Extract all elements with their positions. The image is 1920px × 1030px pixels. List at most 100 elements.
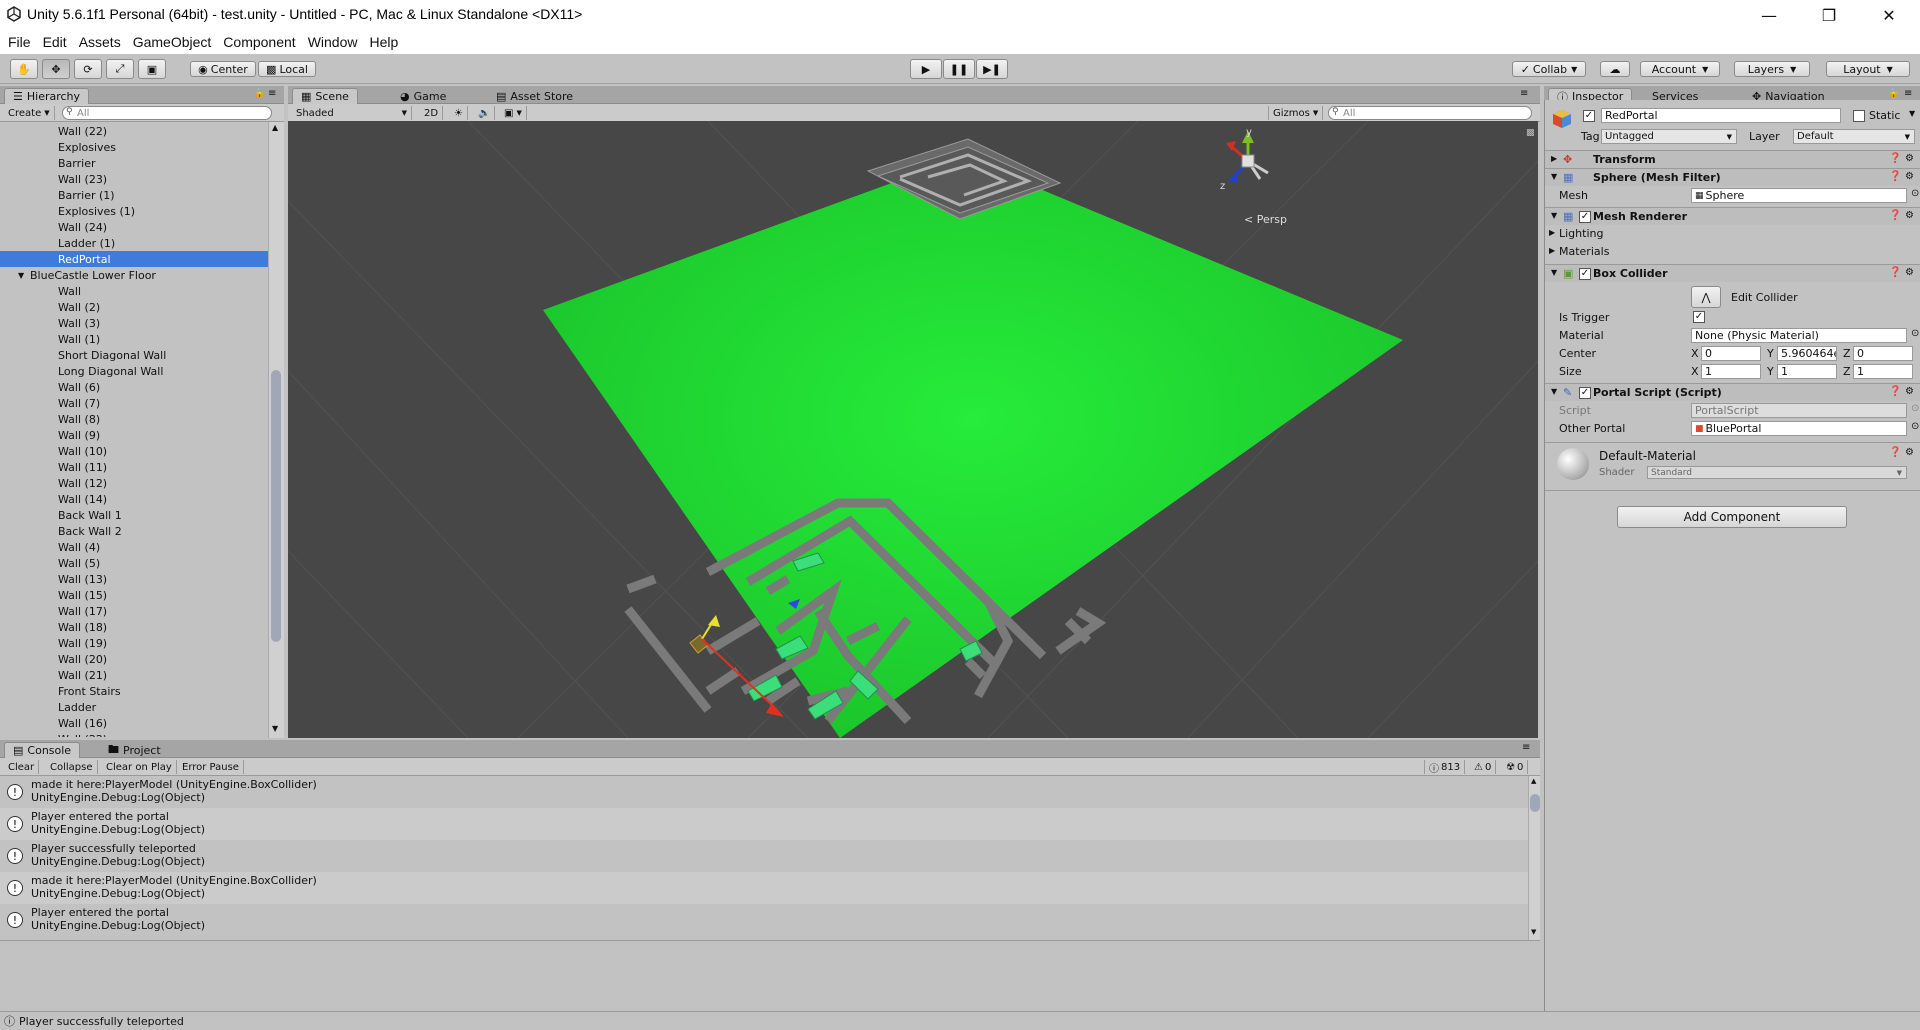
hierarchy-item[interactable]: Back Wall 1 xyxy=(0,507,268,523)
mesh-renderer-checkbox[interactable]: ✓ xyxy=(1579,211,1591,223)
hierarchy-item[interactable]: Wall (10) xyxy=(0,443,268,459)
gear-icon[interactable]: ⚙ xyxy=(1905,447,1914,458)
hierarchy-item[interactable]: Ladder xyxy=(0,699,268,715)
tab-project[interactable]: 🖿 Project xyxy=(100,742,169,758)
clear-button[interactable]: Clear xyxy=(4,760,40,774)
shading-dropdown[interactable]: Shaded ▼ xyxy=(292,106,412,120)
scroll-down-icon[interactable]: ▼ xyxy=(272,724,278,733)
hierarchy-item[interactable]: Barrier xyxy=(0,155,268,171)
chevron-down-icon[interactable]: ▼ xyxy=(1909,109,1915,118)
scroll-down-icon[interactable]: ▼ xyxy=(1531,928,1536,936)
play-button[interactable]: ▶ xyxy=(910,59,942,79)
transform-header[interactable]: ▶ ✥ Transform ❓ ⚙ xyxy=(1545,150,1920,168)
tag-dropdown[interactable]: Untagged ▼ xyxy=(1601,129,1737,144)
scene-canvas[interactable]: y z < Persp ▩ xyxy=(288,121,1538,738)
other-portal-field[interactable]: ■ BluePortal xyxy=(1691,421,1907,436)
clear-on-play-button[interactable]: Clear on Play xyxy=(102,760,177,774)
tab-hierarchy[interactable]: ☰ Hierarchy xyxy=(4,88,90,104)
physic-material-field[interactable]: None (Physic Material) xyxy=(1691,328,1907,343)
pause-button[interactable]: ❚❚ xyxy=(943,59,975,79)
step-button[interactable]: ▶❚ xyxy=(976,59,1008,79)
scroll-up-icon[interactable]: ▲ xyxy=(1531,777,1536,785)
hierarchy-item[interactable]: Wall (19) xyxy=(0,635,268,651)
hierarchy-item[interactable]: Wall (6) xyxy=(0,379,268,395)
cloud-button[interactable]: ☁ xyxy=(1600,61,1630,77)
account-dropdown[interactable]: Account ▼ xyxy=(1640,61,1720,77)
object-picker-icon[interactable]: ⊙ xyxy=(1911,328,1919,339)
hierarchy-list[interactable]: Wall (22) Explosives Barrier Wall (23) Barri… xyxy=(0,123,268,737)
tab-asset-store[interactable]: ▤ Asset Store xyxy=(488,88,581,104)
mode-2d-toggle[interactable]: 2D xyxy=(420,106,444,120)
move-tool-button[interactable]: ✥ xyxy=(42,59,70,79)
scene-view[interactable]: y z < Persp ▩ xyxy=(288,121,1538,738)
lighting-foldout-icon[interactable]: ▶ xyxy=(1549,228,1555,237)
help-icon[interactable]: ❓ xyxy=(1889,267,1901,278)
gear-icon[interactable]: ⚙ xyxy=(1905,153,1914,164)
lighting-toggle[interactable]: ☀ xyxy=(450,106,468,120)
hierarchy-item[interactable]: Wall xyxy=(0,283,268,299)
orientation-gizmo[interactable] xyxy=(1226,131,1269,183)
gizmos-dropdown[interactable]: Gizmos ▼ xyxy=(1268,106,1324,120)
status-bar[interactable]: ⓘ Player successfully teleported xyxy=(0,1011,1920,1030)
shader-dropdown[interactable]: Standard ▼ xyxy=(1647,466,1907,479)
menu-gameobject[interactable]: GameObject xyxy=(127,34,218,50)
edit-collider-button[interactable]: ⋀ xyxy=(1691,286,1721,308)
object-name-field[interactable]: RedPortal xyxy=(1601,108,1841,123)
hand-tool-button[interactable]: ✋ xyxy=(10,59,38,79)
tab-console[interactable]: ▤ Console xyxy=(4,742,81,758)
hierarchy-item[interactable]: Back Wall 2 xyxy=(0,523,268,539)
hierarchy-item[interactable]: Wall (13) xyxy=(0,571,268,587)
console-entry[interactable]: ! made it here:PlayerModel (UnityEngine.B… xyxy=(0,776,1530,808)
panel-menu-icon[interactable]: ≡ xyxy=(1522,742,1530,753)
hierarchy-item[interactable]: Wall (22) xyxy=(0,123,268,139)
menu-assets[interactable]: Assets xyxy=(73,34,127,50)
materials-foldout-icon[interactable]: ▶ xyxy=(1549,246,1555,255)
hierarchy-item[interactable]: Explosives (1) xyxy=(0,203,268,219)
object-picker-icon[interactable]: ⊙ xyxy=(1911,188,1919,199)
lock-icon[interactable]: 🔒 xyxy=(254,89,265,99)
mesh-renderer-header[interactable]: ▼ ▦ ✓ Mesh Renderer ❓ ⚙ xyxy=(1545,207,1920,225)
create-dropdown[interactable]: Create ▼ xyxy=(4,106,55,120)
warning-filter-toggle[interactable]: ⚠ 0 xyxy=(1470,760,1497,774)
expand-arrow-icon[interactable]: ▼ xyxy=(1551,387,1557,396)
hierarchy-item[interactable]: Short Diagonal Wall xyxy=(0,347,268,363)
gear-icon[interactable]: ⚙ xyxy=(1905,386,1914,397)
hierarchy-item[interactable]: Wall (18) xyxy=(0,619,268,635)
help-icon[interactable]: ❓ xyxy=(1889,386,1901,397)
close-icon[interactable]: ✕ xyxy=(1866,0,1912,30)
effects-dropdown[interactable]: ▣ ▼ xyxy=(500,106,527,120)
menu-window[interactable]: Window xyxy=(302,34,364,50)
expand-arrow-icon[interactable]: ▼ xyxy=(1551,172,1557,181)
object-picker-icon[interactable]: ⊙ xyxy=(1911,421,1919,432)
add-component-button[interactable]: Add Component xyxy=(1617,506,1847,528)
scene-search-input[interactable]: ⚲ All xyxy=(1328,106,1532,120)
layer-dropdown[interactable]: Default ▼ xyxy=(1793,129,1915,144)
collapse-arrow-icon[interactable]: ▶ xyxy=(1551,154,1557,163)
hierarchy-item[interactable]: Wall (8) xyxy=(0,411,268,427)
hierarchy-item[interactable]: Wall (23) xyxy=(0,171,268,187)
hierarchy-item[interactable]: ▼ BlueCastle Lower Floor xyxy=(0,267,268,283)
hierarchy-item[interactable]: Wall (3) xyxy=(0,315,268,331)
hierarchy-scrollbar[interactable]: ▲ ▼ xyxy=(268,122,284,738)
help-icon[interactable]: ❓ xyxy=(1889,210,1901,221)
collapse-button[interactable]: Collapse xyxy=(46,760,98,774)
pivot-center-button[interactable]: ◉ Center xyxy=(190,61,256,77)
hierarchy-item[interactable]: Wall (16) xyxy=(0,715,268,731)
expand-arrow-icon[interactable]: ▼ xyxy=(1551,268,1557,277)
console-entry[interactable]: ! Player entered the portal UnityEngine.De… xyxy=(0,808,1530,840)
console-entry[interactable]: ! Player successfully teleported UnityEngi… xyxy=(0,840,1530,872)
hierarchy-item[interactable]: Ladder (1) xyxy=(0,235,268,251)
menu-edit[interactable]: Edit xyxy=(37,34,73,50)
hierarchy-item[interactable]: Wall (17) xyxy=(0,603,268,619)
hierarchy-item[interactable]: Long Diagonal Wall xyxy=(0,363,268,379)
error-pause-button[interactable]: Error Pause xyxy=(178,760,244,774)
hierarchy-item[interactable]: Wall (5) xyxy=(0,555,268,571)
help-icon[interactable]: ❓ xyxy=(1889,171,1901,182)
persp-label[interactable]: < Persp xyxy=(1244,213,1287,226)
box-collider-header[interactable]: ▼ ▣ ✓ Box Collider ❓ ⚙ xyxy=(1545,264,1920,282)
scene-lock-icon[interactable]: ▩ xyxy=(1526,128,1535,138)
hierarchy-item[interactable]: Barrier (1) xyxy=(0,187,268,203)
box-collider-checkbox[interactable]: ✓ xyxy=(1579,268,1591,280)
size-x-field[interactable]: 1 xyxy=(1701,364,1761,379)
size-y-field[interactable]: 1 xyxy=(1777,364,1837,379)
